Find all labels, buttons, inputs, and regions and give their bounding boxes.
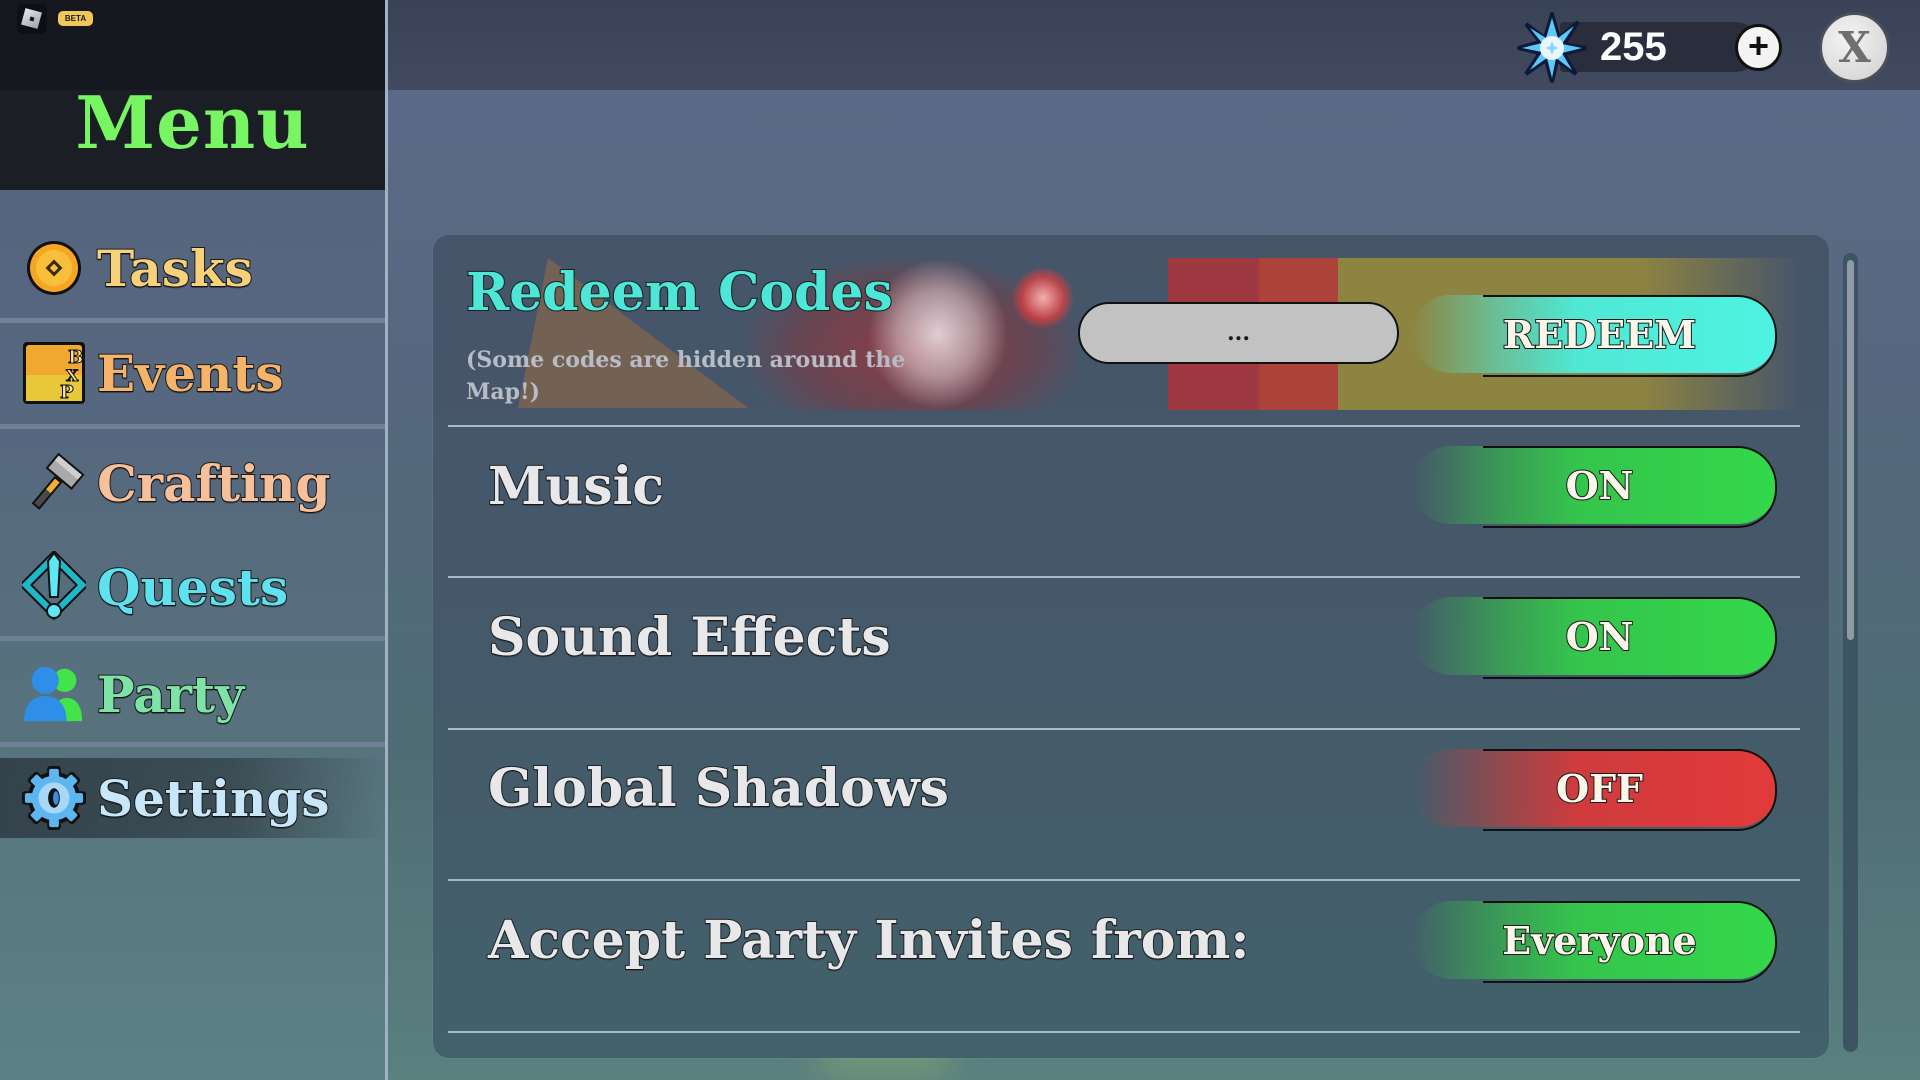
- code-input[interactable]: [1078, 302, 1399, 364]
- close-icon: X: [1838, 22, 1871, 72]
- quest-exclamation-icon: [22, 551, 86, 621]
- nav-divider: [0, 424, 385, 429]
- event-pass-icon: B X P: [22, 341, 86, 405]
- hammer-icon: [22, 451, 86, 515]
- redeem-codes-hint: (Some codes are hidden around the Map!): [466, 347, 906, 405]
- party-invites-toggle[interactable]: Everyone: [1412, 901, 1777, 983]
- coin-icon: [22, 236, 86, 300]
- music-toggle-value: ON: [1565, 462, 1635, 509]
- sidebar-item-events[interactable]: B X P Events: [0, 333, 385, 413]
- sidebar-item-label: Quests: [96, 557, 289, 618]
- sidebar-item-label: Party: [96, 664, 245, 725]
- gear-icon: [22, 766, 86, 830]
- music-label: Music: [487, 455, 665, 518]
- sidebar-item-quests[interactable]: Quests: [0, 547, 385, 627]
- svg-text:B: B: [68, 347, 83, 368]
- music-toggle[interactable]: ON: [1412, 446, 1777, 528]
- sidebar-item-tasks[interactable]: Tasks: [0, 228, 385, 308]
- row-separator: [448, 425, 1800, 427]
- row-separator: [448, 1031, 1800, 1033]
- sound-effects-toggle-value: ON: [1565, 613, 1635, 660]
- sidebar-item-crafting[interactable]: Crafting: [0, 443, 385, 523]
- global-shadows-label: Global Shadows: [487, 757, 950, 820]
- currency-value: 255: [1600, 25, 1667, 69]
- sidebar-divider: [385, 0, 388, 1080]
- sidebar-item-label: Settings: [96, 768, 331, 829]
- sidebar-item-label: Tasks: [96, 238, 254, 299]
- add-currency-button[interactable]: +: [1735, 24, 1782, 71]
- roblox-logo-icon[interactable]: [17, 4, 47, 34]
- svg-text:P: P: [60, 382, 74, 403]
- party-invites-label: Accept Party Invites from:: [487, 909, 1251, 972]
- redeem-codes-title: Redeem Codes: [465, 261, 894, 324]
- redeem-button[interactable]: REDEEM: [1412, 295, 1777, 377]
- sidebar-item-settings[interactable]: Settings: [0, 758, 385, 838]
- menu-title: Menu: [75, 80, 310, 165]
- global-shadows-toggle-value: OFF: [1555, 765, 1644, 812]
- beta-badge: BETA: [58, 11, 93, 26]
- nav-divider: [0, 636, 385, 641]
- sidebar-item-label: Events: [96, 343, 285, 404]
- sound-effects-toggle[interactable]: ON: [1412, 597, 1777, 679]
- party-users-icon: [22, 662, 86, 726]
- nav-divider: [0, 318, 385, 323]
- sidebar-item-party[interactable]: Party: [0, 654, 385, 734]
- sidebar-item-label: Crafting: [96, 453, 331, 514]
- row-separator: [448, 728, 1800, 730]
- row-separator: [448, 879, 1800, 881]
- party-invites-toggle-value: Everyone: [1501, 917, 1697, 964]
- sound-effects-label: Sound Effects: [487, 606, 892, 669]
- banner-energy-orb-art: [1013, 268, 1073, 328]
- close-button[interactable]: X: [1819, 12, 1890, 83]
- global-shadows-toggle[interactable]: OFF: [1412, 749, 1777, 831]
- redeem-button-label: REDEEM: [1502, 311, 1697, 358]
- scrollbar-thumb[interactable]: [1847, 260, 1854, 640]
- plus-icon: +: [1747, 25, 1770, 66]
- row-separator: [448, 576, 1800, 578]
- nav-divider: [0, 742, 385, 747]
- lightning-star-icon: [1516, 6, 1588, 84]
